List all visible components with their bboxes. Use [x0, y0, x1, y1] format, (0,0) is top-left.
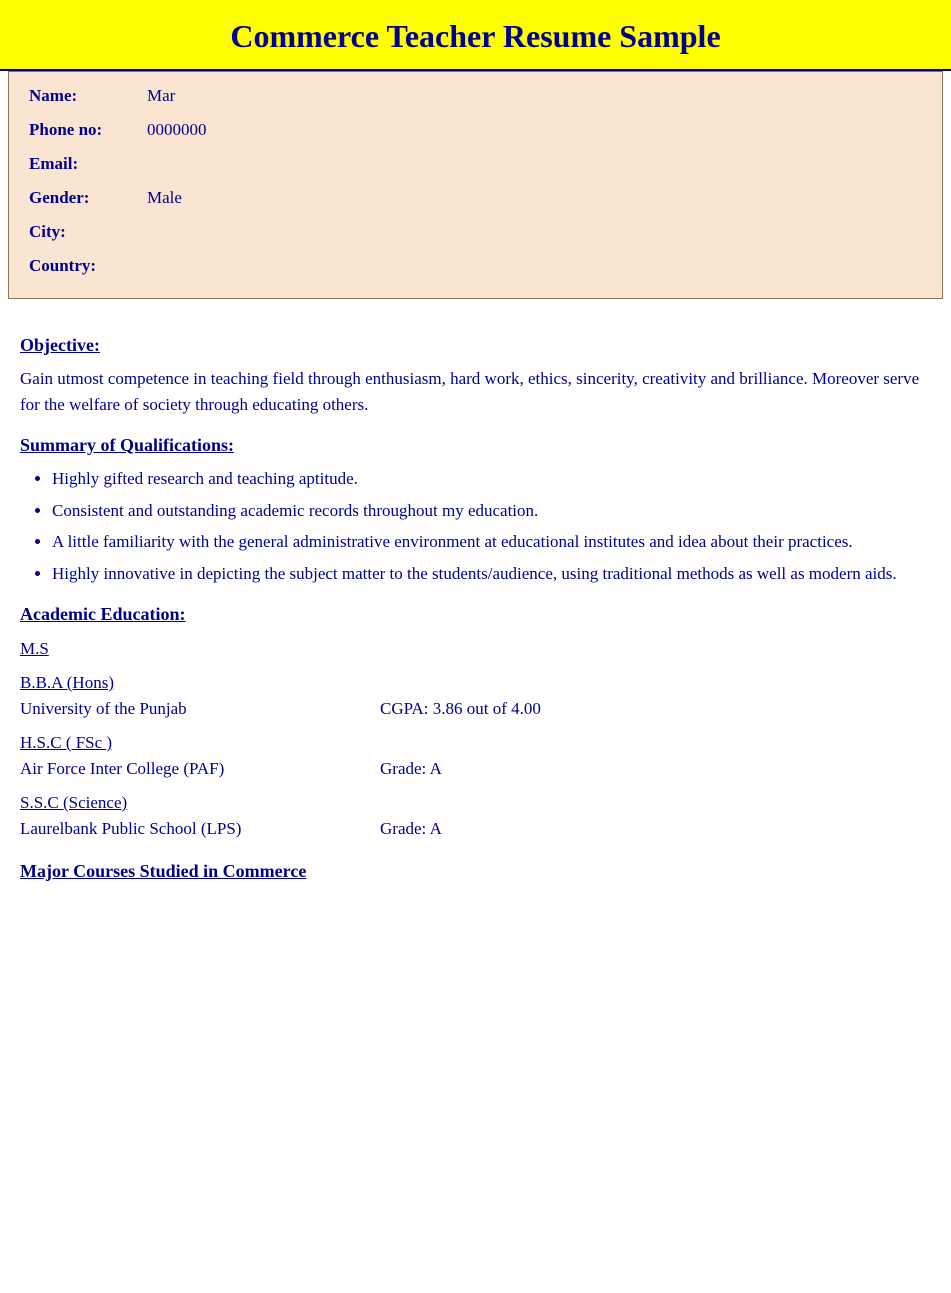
edu-entry-hsc: H.S.C ( FSc ) Air Force Inter College (P…: [20, 733, 931, 779]
email-row: Email:: [29, 154, 922, 174]
page-wrapper: Commerce Teacher Resume Sample Name: Mar…: [0, 0, 951, 1293]
page-header: Commerce Teacher Resume Sample: [0, 0, 951, 71]
list-item: A little familiarity with the general ad…: [52, 529, 931, 555]
summary-list: Highly gifted research and teaching apti…: [52, 466, 931, 586]
page-title: Commerce Teacher Resume Sample: [10, 18, 941, 55]
edu-entry-ssc: S.S.C (Science) Laurelbank Public School…: [20, 793, 931, 839]
name-row: Name: Mar: [29, 86, 922, 106]
city-row: City:: [29, 222, 922, 242]
major-courses-heading: Major Courses Studied in Commerce: [20, 861, 931, 882]
phone-row: Phone no: 0000000: [29, 120, 922, 140]
hsc-institution-row: Air Force Inter College (PAF) Grade: A: [20, 759, 931, 779]
degree-ms: M.S: [20, 639, 931, 659]
content-area: Objective: Gain utmost competence in tea…: [0, 299, 951, 902]
list-item: Highly gifted research and teaching apti…: [52, 466, 931, 492]
gender-value: Male: [147, 188, 182, 208]
hsc-grade: Grade: A: [380, 759, 442, 779]
name-value: Mar: [147, 86, 175, 106]
edu-entry-ms: M.S: [20, 639, 931, 659]
list-item: Highly innovative in depicting the subje…: [52, 561, 931, 587]
name-label: Name:: [29, 86, 139, 106]
degree-bba: B.B.A (Hons): [20, 673, 931, 693]
objective-heading: Objective:: [20, 335, 931, 356]
summary-heading: Summary of Qualifications:: [20, 435, 931, 456]
list-item: Consistent and outstanding academic reco…: [52, 498, 931, 524]
country-label: Country:: [29, 256, 139, 276]
hsc-institution: Air Force Inter College (PAF): [20, 759, 320, 779]
city-label: City:: [29, 222, 139, 242]
gender-row: Gender: Male: [29, 188, 922, 208]
email-label: Email:: [29, 154, 139, 174]
degree-hsc: H.S.C ( FSc ): [20, 733, 931, 753]
phone-value: 0000000: [147, 120, 207, 140]
bba-grade: CGPA: 3.86 out of 4.00: [380, 699, 541, 719]
objective-text: Gain utmost competence in teaching field…: [20, 366, 931, 417]
edu-entry-bba: B.B.A (Hons) University of the Punjab CG…: [20, 673, 931, 719]
bba-institution-row: University of the Punjab CGPA: 3.86 out …: [20, 699, 931, 719]
personal-info-box: Name: Mar Phone no: 0000000 Email: Gende…: [8, 71, 943, 299]
country-row: Country:: [29, 256, 922, 276]
ssc-institution: Laurelbank Public School (LPS): [20, 819, 320, 839]
ssc-institution-row: Laurelbank Public School (LPS) Grade: A: [20, 819, 931, 839]
phone-label: Phone no:: [29, 120, 139, 140]
ssc-grade: Grade: A: [380, 819, 442, 839]
gender-label: Gender:: [29, 188, 139, 208]
education-heading: Academic Education:: [20, 604, 931, 625]
bba-institution: University of the Punjab: [20, 699, 320, 719]
degree-ssc: S.S.C (Science): [20, 793, 931, 813]
